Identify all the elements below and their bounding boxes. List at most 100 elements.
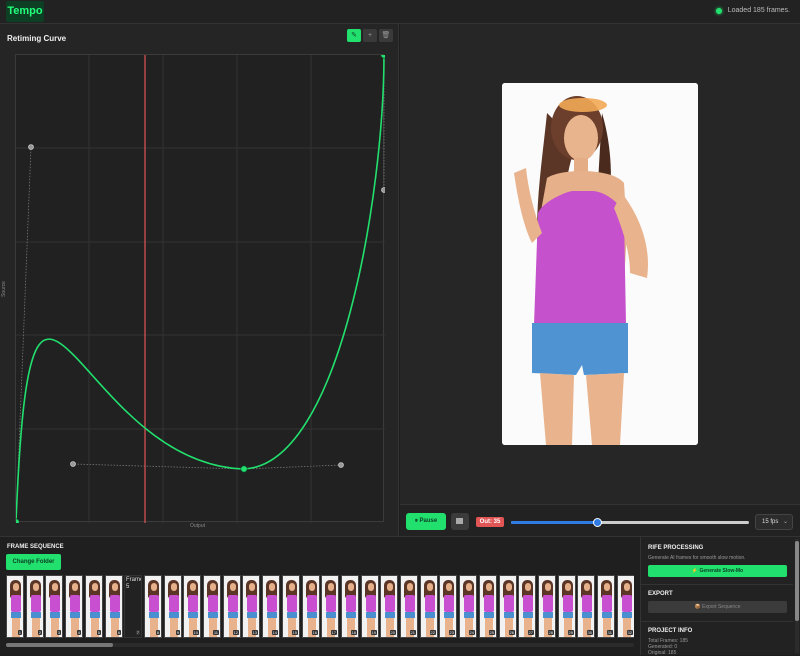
thumb-top (504, 595, 514, 612)
slider-knob[interactable] (592, 518, 602, 527)
frame-thumbnail[interactable]: 19 (361, 575, 379, 638)
stop-button[interactable] (451, 513, 469, 530)
frame-number: 3 (56, 630, 61, 635)
frame-thumbnail[interactable]: 13 (242, 575, 260, 638)
frame-thumbnail[interactable]: Frame 5 7 (124, 575, 142, 638)
change-folder-button[interactable]: Change Folder (6, 554, 61, 570)
thumb-top (523, 595, 533, 612)
thumb-top (543, 595, 553, 612)
info-original: Original: 185 (648, 650, 677, 656)
thumb-top (149, 595, 159, 612)
anchor-point[interactable] (12, 518, 20, 526)
anchor-point[interactable] (380, 51, 388, 59)
frame-thumbnail[interactable]: 1 (6, 575, 24, 638)
frame-thumbnail[interactable]: 30 (577, 575, 595, 638)
handle-point[interactable] (70, 461, 76, 467)
fps-select[interactable]: 15 fps ⌄ (755, 514, 793, 530)
thumb-legs (485, 618, 493, 637)
frame-thumbnail[interactable]: 15 (282, 575, 300, 638)
pen-tool-button[interactable]: ✎ (347, 29, 361, 42)
scroll-thumb[interactable] (6, 643, 113, 647)
frame-number: 9 (175, 630, 180, 635)
frame-thumbnail[interactable]: 5 (85, 575, 103, 638)
fps-value: 15 fps (762, 519, 779, 525)
frame-thumbnail[interactable]: 26 (499, 575, 517, 638)
thumb-face (387, 583, 393, 591)
horizontal-scrollbar[interactable] (6, 643, 634, 647)
panel-title: Retiming Curve (7, 34, 67, 43)
frame-thumbnail[interactable]: 8 (144, 575, 162, 638)
thumb-legs (111, 618, 119, 637)
thumb-face (466, 583, 472, 591)
thumb-top (208, 595, 218, 612)
thumb-legs (268, 618, 276, 637)
thumb-legs (603, 618, 611, 637)
thumb-face (525, 583, 531, 591)
delete-curve-button[interactable]: 🗑 (379, 29, 393, 42)
handle-point[interactable] (338, 462, 344, 468)
scroll-thumb[interactable] (795, 541, 799, 621)
curve-svg[interactable] (12, 51, 388, 526)
curve-graph[interactable] (12, 51, 388, 526)
frame-number: 32 (626, 630, 633, 635)
frame-number: 1 (17, 630, 22, 635)
thumb-legs (189, 618, 197, 637)
frame-thumbnail[interactable]: 3 (45, 575, 63, 638)
handle-point[interactable] (28, 144, 34, 150)
thumb-top (366, 595, 376, 612)
anchor-point[interactable] (240, 465, 248, 473)
frame-number: 20 (389, 630, 396, 635)
frame-number: 4 (76, 630, 81, 635)
thumb-legs (564, 618, 572, 637)
handle-point[interactable] (381, 187, 387, 193)
frame-number: 13 (251, 630, 258, 635)
frame-thumbnail[interactable]: 21 (400, 575, 418, 638)
frame-thumbnail[interactable]: 2 (26, 575, 44, 638)
frame-thumbnail[interactable]: 11 (203, 575, 221, 638)
thumb-top (582, 595, 592, 612)
thumb-legs (406, 618, 414, 637)
frame-strip[interactable]: 1 2 3 4 5 6 Frame 5 7 8 9 10 11 12 13 14 15 16 17 18 19 20 21… (6, 575, 634, 638)
frame-thumbnail[interactable]: 32 (617, 575, 634, 638)
thumb-legs (248, 618, 256, 637)
thumb-top (31, 595, 41, 612)
frame-thumbnail[interactable]: 16 (302, 575, 320, 638)
frame-thumbnail[interactable]: 17 (321, 575, 339, 638)
frame-number: 14 (271, 630, 278, 635)
thumb-face (33, 583, 39, 591)
frame-number: 22 (429, 630, 436, 635)
pause-button[interactable]: ⏸ Pause (406, 513, 446, 530)
frame-thumbnail[interactable]: 20 (380, 575, 398, 638)
processing-sidebar: RIFE PROCESSING Generate AI frames for s… (640, 537, 800, 656)
thumb-face (545, 583, 551, 591)
thumb-top (307, 595, 317, 612)
frame-thumbnail[interactable]: 12 (223, 575, 241, 638)
export-sequence-button[interactable]: 📦 Export Sequence (648, 601, 787, 613)
frame-thumbnail[interactable]: 18 (341, 575, 359, 638)
frame-thumbnail[interactable]: 24 (459, 575, 477, 638)
thumb-top (602, 595, 612, 612)
frame-thumbnail[interactable]: 31 (597, 575, 615, 638)
frame-thumbnail[interactable]: 6 (105, 575, 123, 638)
frame-thumbnail[interactable]: 25 (479, 575, 497, 638)
frame-thumbnail[interactable]: 4 (65, 575, 83, 638)
retiming-curve[interactable] (15, 54, 385, 523)
frame-thumbnail[interactable]: 9 (164, 575, 182, 638)
thumb-legs (229, 618, 237, 637)
frame-thumbnail[interactable]: 23 (439, 575, 457, 638)
timeline-slider[interactable] (511, 518, 749, 527)
curve-panel: Retiming Curve ✎ + 🗑 Output Source (0, 24, 399, 536)
frame-thumbnail[interactable]: 29 (558, 575, 576, 638)
thumb-legs (445, 618, 453, 637)
vertical-scrollbar[interactable] (795, 539, 799, 653)
add-point-button[interactable]: + (363, 29, 377, 42)
generate-slowmo-button[interactable]: ⚡ Generate Slow-Mo (648, 565, 787, 577)
frame-thumbnail[interactable]: 27 (518, 575, 536, 638)
thumb-face (171, 583, 177, 591)
frame-thumbnail[interactable]: 10 (183, 575, 201, 638)
thumb-top (11, 595, 21, 612)
divider (641, 621, 793, 622)
frame-thumbnail[interactable]: 22 (420, 575, 438, 638)
frame-thumbnail[interactable]: 14 (262, 575, 280, 638)
frame-thumbnail[interactable]: 28 (538, 575, 556, 638)
